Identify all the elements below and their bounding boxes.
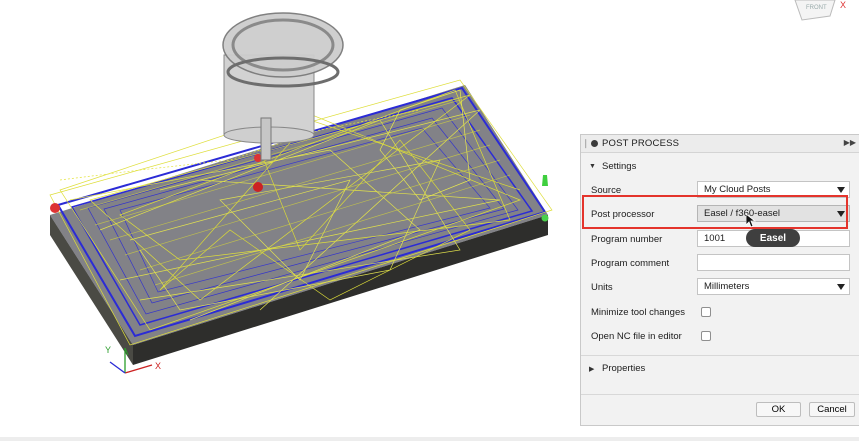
- triad-y-label: Y: [105, 345, 111, 355]
- triad-x-label: X: [155, 361, 161, 371]
- mouse-cursor-icon: [746, 214, 756, 228]
- program-comment-input[interactable]: [697, 254, 850, 271]
- post-process-panel: ❘ POST PROCESS ▶▶ ▼ Settings Source My C…: [580, 134, 859, 426]
- divider: [581, 355, 859, 356]
- dropdown-arrow-icon: [837, 211, 845, 217]
- panel-header[interactable]: ❘ POST PROCESS ▶▶: [581, 135, 859, 153]
- properties-section-header[interactable]: ▶ Properties: [589, 363, 645, 374]
- post-processor-label: Post processor: [591, 209, 655, 220]
- settings-section-header[interactable]: ▼ Settings: [589, 161, 636, 172]
- source-label: Source: [591, 185, 622, 196]
- open-nc-file-checkbox[interactable]: [701, 331, 711, 341]
- collapse-triangle-icon: ▼: [589, 163, 596, 170]
- cancel-button[interactable]: Cancel: [809, 402, 855, 417]
- settings-label: Settings: [602, 161, 637, 172]
- program-number-value: 1001: [704, 233, 726, 244]
- units-select[interactable]: Millimeters: [697, 278, 850, 295]
- post-processor-value: Easel / f360-easel: [704, 208, 781, 219]
- properties-label: Properties: [602, 363, 646, 374]
- program-number-label: Program number: [591, 234, 663, 245]
- panel-title: POST PROCESS: [602, 138, 680, 149]
- dropdown-arrow-icon: [837, 284, 845, 290]
- post-processor-select[interactable]: Easel / f360-easel: [697, 205, 850, 222]
- dropdown-arrow-icon: [837, 187, 845, 193]
- expand-triangle-icon: ▶: [589, 365, 595, 373]
- open-nc-file-label: Open NC file in editor: [591, 331, 682, 342]
- minimize-tool-changes-checkbox[interactable]: [701, 307, 711, 317]
- panel-dot-icon: [591, 140, 598, 147]
- view-cube[interactable]: FRONT X: [790, 0, 859, 22]
- source-value: My Cloud Posts: [704, 184, 771, 195]
- view-cube-face-label: FRONT: [806, 5, 827, 11]
- grip-icon[interactable]: ❘: [582, 138, 590, 149]
- post-processor-tooltip: Easel: [746, 229, 800, 247]
- footer-divider: [581, 394, 859, 395]
- minimize-tool-changes-label: Minimize tool changes: [591, 307, 685, 318]
- view-cube-axis-label: X: [840, 0, 846, 10]
- units-label: Units: [591, 282, 613, 293]
- bottom-strip: [0, 437, 859, 441]
- program-comment-label: Program comment: [591, 258, 670, 269]
- units-value: Millimeters: [704, 281, 750, 292]
- source-select[interactable]: My Cloud Posts: [697, 181, 850, 198]
- expand-icon[interactable]: ▶▶: [844, 138, 856, 147]
- ok-button[interactable]: OK: [756, 402, 801, 417]
